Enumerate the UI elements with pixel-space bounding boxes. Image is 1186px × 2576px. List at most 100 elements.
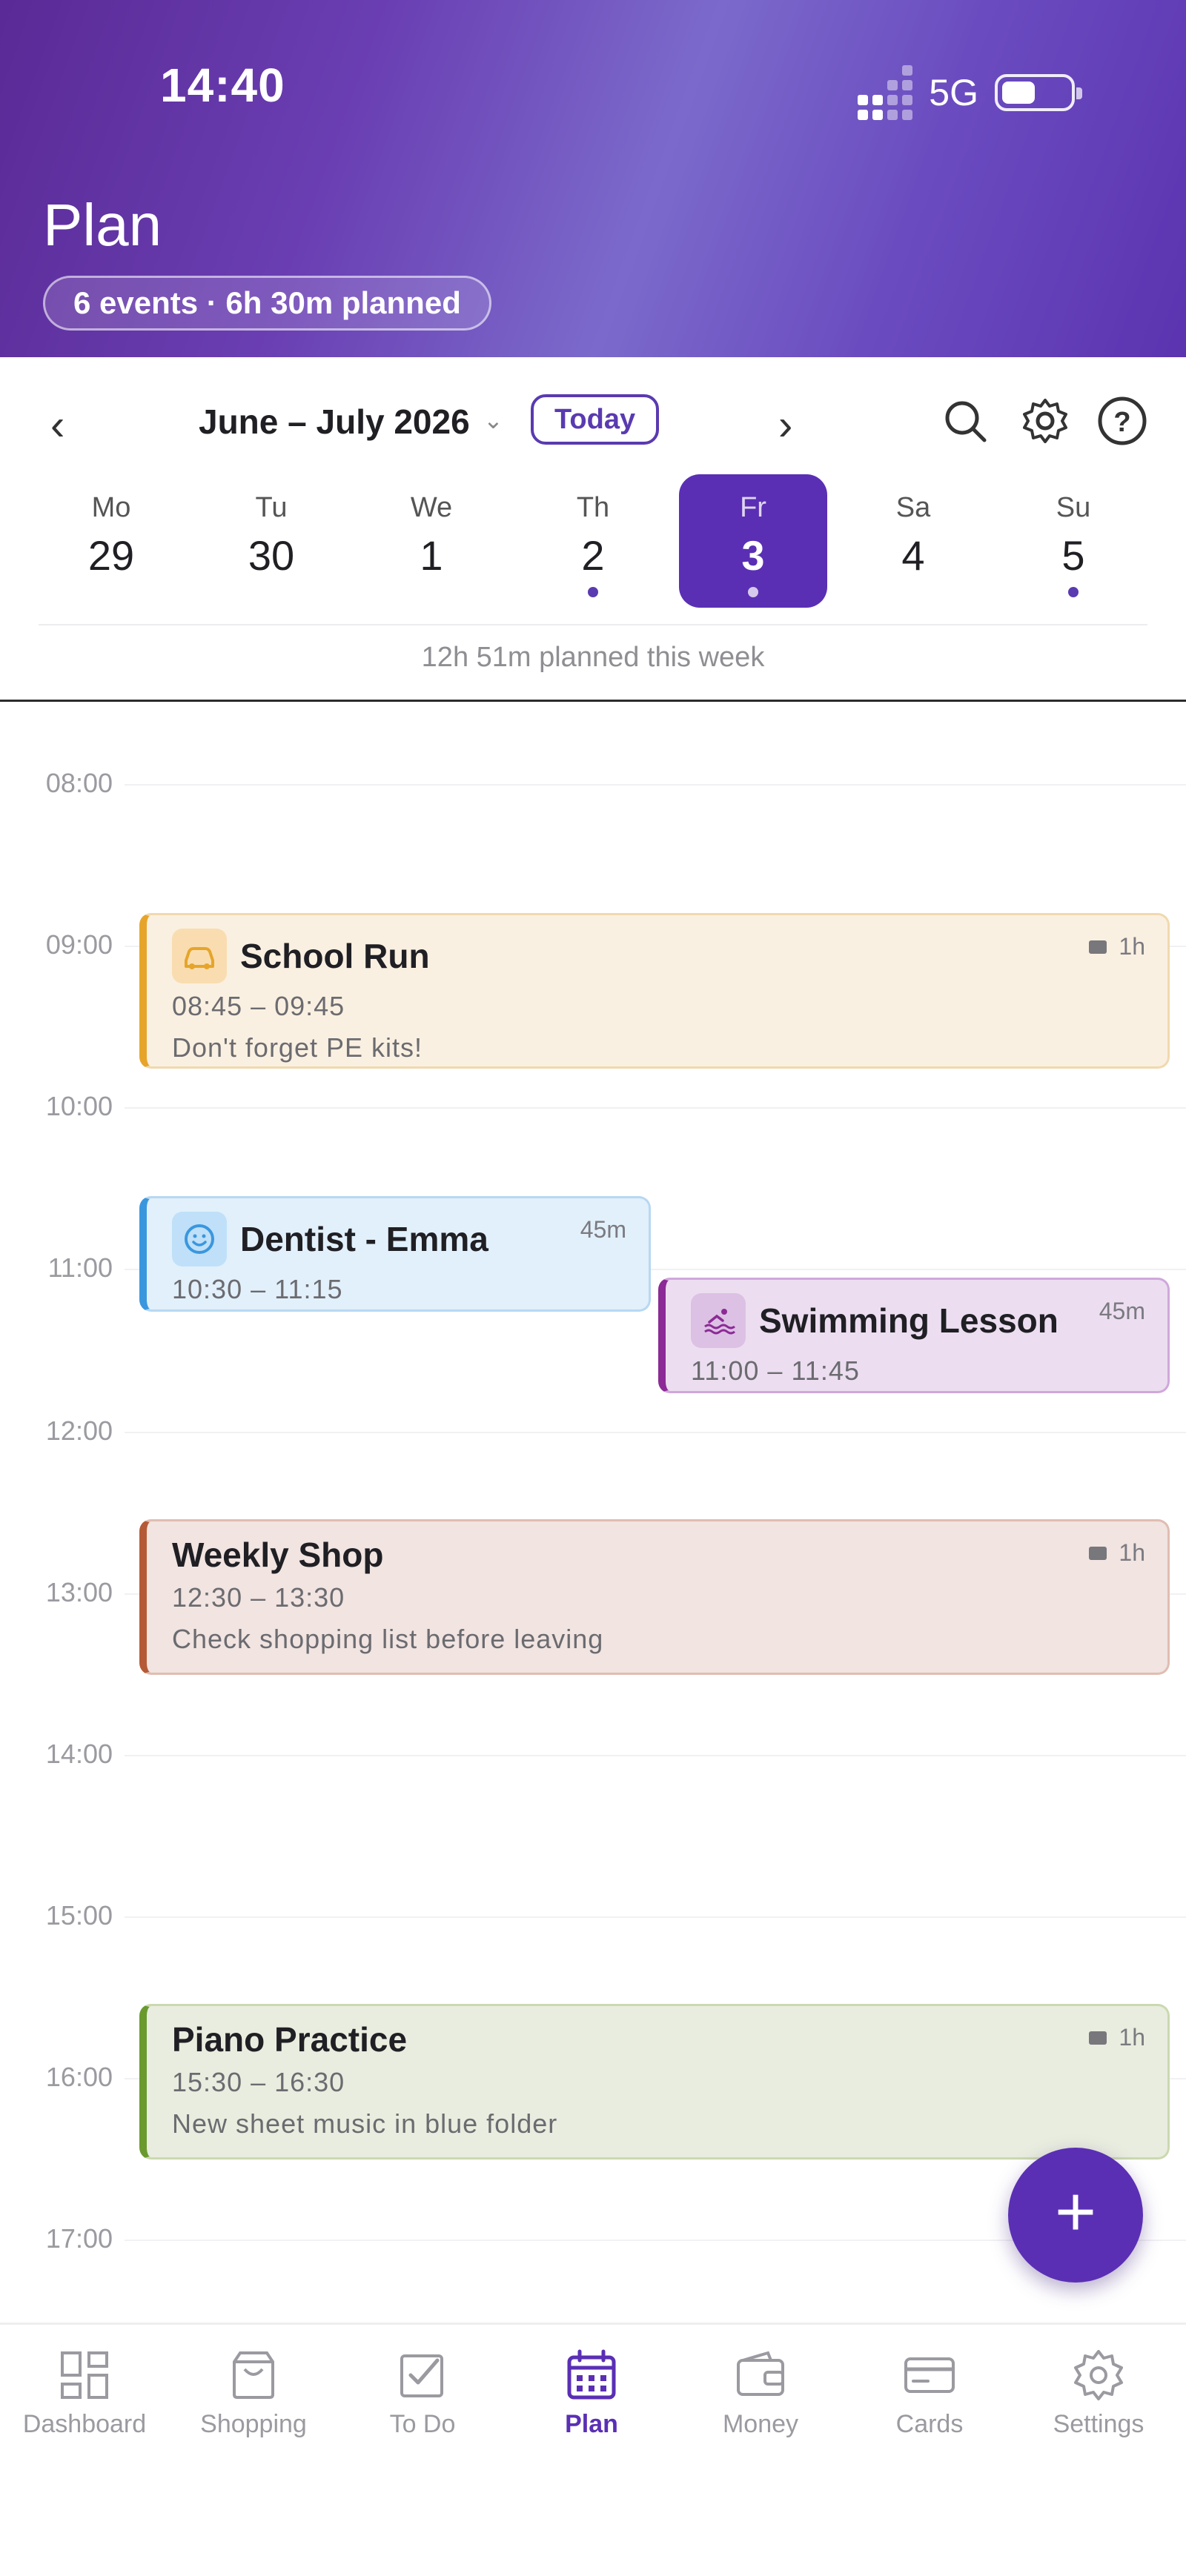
- day-label: Fr: [740, 492, 766, 523]
- previous-week-button[interactable]: ‹: [50, 400, 64, 450]
- event-card-weekly-shop[interactable]: Weekly Shop 12:30 – 13:30 Check shopping…: [139, 1519, 1170, 1675]
- duration-icon: [1089, 940, 1107, 954]
- day-saturday[interactable]: Sa 4: [839, 474, 987, 608]
- tab-label: Settings: [1053, 2410, 1144, 2438]
- day-wednesday[interactable]: We 1: [357, 474, 506, 608]
- event-card-piano-practice[interactable]: Piano Practice 15:30 – 16:30 New sheet m…: [139, 2004, 1170, 2160]
- calendar-icon: [567, 2349, 616, 2400]
- event-note: New sheet music in blue folder: [172, 2108, 558, 2139]
- hour-label: 10:00: [45, 1091, 113, 1121]
- day-number: 4: [901, 532, 925, 579]
- smiley-icon: [172, 1212, 227, 1267]
- checkbox-icon: [400, 2354, 443, 2397]
- hour-label: 08:00: [45, 768, 113, 798]
- car-icon: [172, 929, 227, 983]
- day-tuesday[interactable]: Tu 30: [197, 474, 345, 608]
- tab-label: Money: [722, 2410, 799, 2438]
- help-icon[interactable]: ?: [1096, 394, 1149, 448]
- event-duration: 45m: [580, 1216, 626, 1243]
- hour-row: 08:00: [0, 768, 1186, 798]
- day-friday-selected[interactable]: Fr 3: [679, 474, 827, 608]
- event-title: Piano Practice: [172, 2020, 408, 2059]
- search-icon[interactable]: [938, 394, 992, 448]
- duration-icon: [1089, 1546, 1107, 1560]
- hour-label: 17:00: [45, 2223, 113, 2254]
- hour-label: 11:00: [47, 1252, 113, 1283]
- event-title: Swimming Lesson: [691, 1293, 1142, 1348]
- hour-label: 12:00: [45, 1415, 113, 1446]
- event-indicator-dot: [1068, 587, 1079, 597]
- swimmer-icon: [691, 1293, 746, 1348]
- event-indicator-dot: [748, 587, 758, 597]
- tab-todo[interactable]: To Do: [338, 2347, 507, 2439]
- day-sunday[interactable]: Su 5: [999, 474, 1147, 608]
- event-title: Dentist - Emma: [172, 1212, 623, 1267]
- event-duration: 1h: [1089, 933, 1145, 960]
- event-time: 12:30 – 13:30: [172, 1582, 345, 1613]
- event-title-text: School Run: [240, 937, 430, 975]
- month-selector[interactable]: June – July 2026: [199, 402, 470, 442]
- tab-shopping[interactable]: Shopping: [169, 2347, 338, 2439]
- tab-label: To Do: [389, 2410, 456, 2438]
- day-thursday[interactable]: Th 2: [519, 474, 667, 608]
- week-total-label: 12h 51m planned this week: [421, 642, 765, 673]
- day-number: 1: [420, 532, 443, 579]
- tab-cards[interactable]: Cards: [845, 2347, 1014, 2439]
- hour-label: 09:00: [45, 929, 113, 960]
- tab-label: Plan: [565, 2410, 618, 2438]
- event-card-swimming[interactable]: Swimming Lesson 11:00 – 11:45 45m: [658, 1278, 1170, 1393]
- tab-bar: Dashboard Shopping To Do Plan Money Card…: [0, 2323, 1186, 2576]
- divider: [39, 624, 1147, 625]
- day-number: 29: [87, 532, 135, 579]
- event-card-school-run[interactable]: School Run 08:45 – 09:45 Don't forget PE…: [139, 913, 1170, 1069]
- next-week-button[interactable]: ›: [778, 400, 792, 450]
- tab-settings[interactable]: Settings: [1014, 2347, 1183, 2439]
- add-event-button[interactable]: +: [1008, 2148, 1143, 2283]
- event-note: Don't forget PE kits!: [172, 1032, 423, 1063]
- status-indicators: 5G: [858, 65, 1082, 120]
- chevron-down-icon[interactable]: ⌄: [483, 406, 503, 434]
- divider: [0, 700, 1186, 702]
- tab-plan[interactable]: Plan: [507, 2347, 676, 2439]
- hour-label: 13:00: [45, 1577, 113, 1607]
- today-button[interactable]: Today: [531, 394, 660, 445]
- summary-badge: 6 events · 6h 30m planned: [43, 276, 491, 331]
- header: 14:40 5G Plan 6 events · 6h 30m planned: [0, 0, 1186, 357]
- duration-text: 1h: [1119, 933, 1145, 960]
- hour-row: 10:00: [0, 1091, 1186, 1121]
- status-time: 14:40: [160, 59, 285, 112]
- day-label: Sa: [895, 492, 931, 523]
- gear-icon[interactable]: [1018, 394, 1072, 448]
- wallet-icon: [737, 2351, 784, 2396]
- event-time: 08:45 – 09:45: [172, 991, 345, 1021]
- day-label: We: [410, 492, 453, 523]
- day-number: 30: [248, 532, 295, 579]
- day-number: 5: [1061, 532, 1085, 579]
- tab-dashboard[interactable]: Dashboard: [0, 2347, 169, 2439]
- page-title: Plan: [43, 192, 162, 258]
- event-duration: 45m: [1099, 1298, 1145, 1324]
- event-time: 10:30 – 11:15: [172, 1274, 343, 1304]
- event-card-dentist[interactable]: Dentist - Emma 10:30 – 11:15 45m: [139, 1196, 651, 1312]
- event-title: School Run: [172, 929, 1142, 983]
- event-title: Weekly Shop: [172, 1536, 384, 1574]
- tab-label: Shopping: [200, 2410, 307, 2438]
- week-navigator: ‹ June – July 2026 ⌄ Today › ?: [0, 387, 1186, 454]
- hour-row: 17:00: [0, 2223, 1186, 2254]
- day-label: Th: [576, 492, 610, 523]
- event-time: 15:30 – 16:30: [172, 2067, 345, 2097]
- shopping-bag-icon: [233, 2351, 274, 2399]
- duration-text: 1h: [1119, 1539, 1145, 1566]
- hour-label: 16:00: [45, 2062, 113, 2092]
- day-number: 2: [581, 532, 605, 579]
- svg-text:?: ?: [1113, 407, 1130, 438]
- card-icon: [904, 2357, 955, 2393]
- tab-money[interactable]: Money: [676, 2347, 845, 2439]
- day-monday[interactable]: Mo 29: [37, 474, 185, 608]
- hour-row: 12:00: [0, 1415, 1186, 1446]
- event-indicator-dot: [588, 587, 598, 597]
- tab-label: Cards: [895, 2410, 964, 2438]
- network-label: 5G: [929, 72, 978, 113]
- gear-icon: [1074, 2350, 1123, 2400]
- day-label: Su: [1056, 492, 1091, 523]
